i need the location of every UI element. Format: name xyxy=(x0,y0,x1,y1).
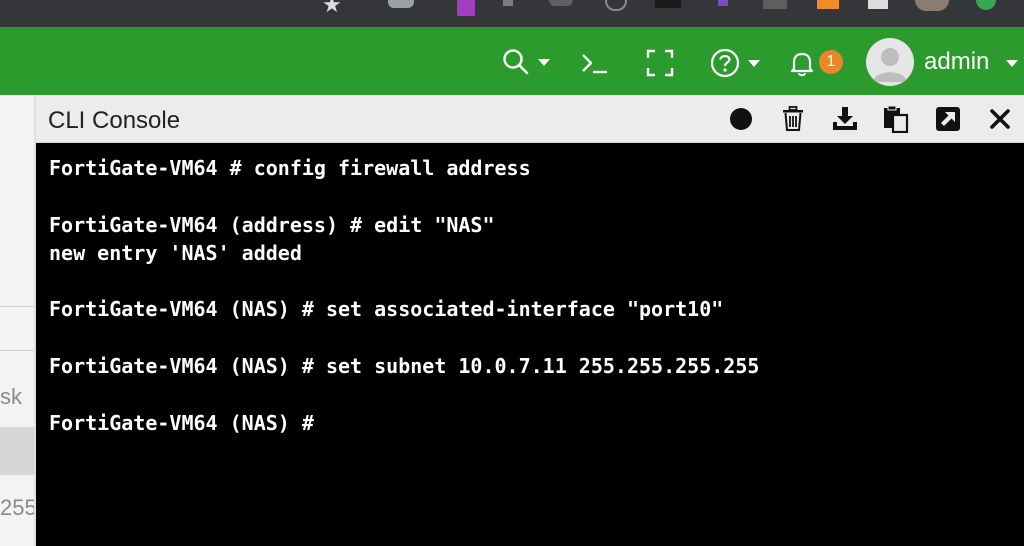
console-title: CLI Console xyxy=(48,107,181,134)
terminal-output[interactable]: FortiGate-VM64 # config firewall address… xyxy=(36,143,1024,546)
divider xyxy=(0,350,34,351)
extension-icon[interactable] xyxy=(718,0,728,6)
detach-window-button[interactable] xyxy=(934,105,962,133)
username-label[interactable]: admin xyxy=(924,47,989,77)
background-page xyxy=(0,95,34,546)
notifications-button[interactable] xyxy=(788,49,816,77)
extension-icon[interactable] xyxy=(388,0,414,8)
terminal-prompt: FortiGate-VM64 (NAS) # xyxy=(49,411,314,435)
extension-icon[interactable] xyxy=(868,0,888,9)
terminal-line: FortiGate-VM64 (NAS) # set subnet 10.0.7… xyxy=(49,354,760,378)
extension-icon[interactable] xyxy=(605,0,627,11)
background-text-fragment: 255 xyxy=(0,495,37,520)
profile-icon[interactable] xyxy=(915,0,949,11)
browser-toolbar: ★ xyxy=(0,0,1024,27)
divider xyxy=(0,306,34,307)
copy-button[interactable] xyxy=(882,105,910,133)
background-text-fragment: sk xyxy=(0,384,22,409)
record-button[interactable] xyxy=(727,105,755,133)
help-icon xyxy=(710,48,740,78)
background-row xyxy=(0,427,34,475)
clear-button[interactable] xyxy=(779,105,807,133)
terminal-line: FortiGate-VM64 (NAS) # set associated-in… xyxy=(49,297,724,321)
cli-console-button[interactable] xyxy=(580,50,610,76)
extension-icon[interactable] xyxy=(817,0,839,9)
user-icon xyxy=(873,48,907,82)
cli-console-window: CLI Console FortiGate-VM64 # config fire… xyxy=(34,95,1024,546)
help-menu-button[interactable] xyxy=(710,48,760,78)
bookmark-star-icon[interactable]: ★ xyxy=(322,0,342,16)
download-icon xyxy=(833,107,857,130)
extension-icon[interactable] xyxy=(549,0,573,6)
close-button[interactable] xyxy=(986,105,1014,133)
download-button[interactable] xyxy=(831,105,859,133)
chevron-down-icon xyxy=(748,59,760,67)
clipboard-icon xyxy=(884,105,909,133)
search-menu-button[interactable] xyxy=(502,48,550,76)
console-titlebar: CLI Console xyxy=(36,95,1024,143)
avatar[interactable] xyxy=(866,38,914,86)
cli-prompt-icon xyxy=(582,54,607,74)
chevron-down-icon xyxy=(538,58,550,66)
record-icon xyxy=(730,108,752,130)
extension-icon[interactable] xyxy=(763,0,787,9)
notification-count-badge: 1 xyxy=(819,50,843,74)
trash-icon xyxy=(783,106,803,131)
terminal-line: new entry 'NAS' added xyxy=(49,241,302,265)
extension-icon[interactable] xyxy=(503,0,513,6)
extension-icon[interactable] xyxy=(976,0,996,10)
search-icon xyxy=(503,49,529,75)
extension-icon[interactable] xyxy=(655,0,681,8)
extension-icon[interactable] xyxy=(457,0,475,16)
close-icon xyxy=(990,109,1010,129)
fullscreen-icon xyxy=(646,49,674,77)
terminal-line: FortiGate-VM64 (address) # edit "NAS" xyxy=(49,213,495,237)
detach-icon xyxy=(936,107,960,131)
bell-icon xyxy=(790,52,814,77)
fullscreen-button[interactable] xyxy=(646,49,674,77)
chevron-down-icon[interactable] xyxy=(1006,60,1018,67)
terminal-line: FortiGate-VM64 # config firewall address xyxy=(49,156,531,180)
